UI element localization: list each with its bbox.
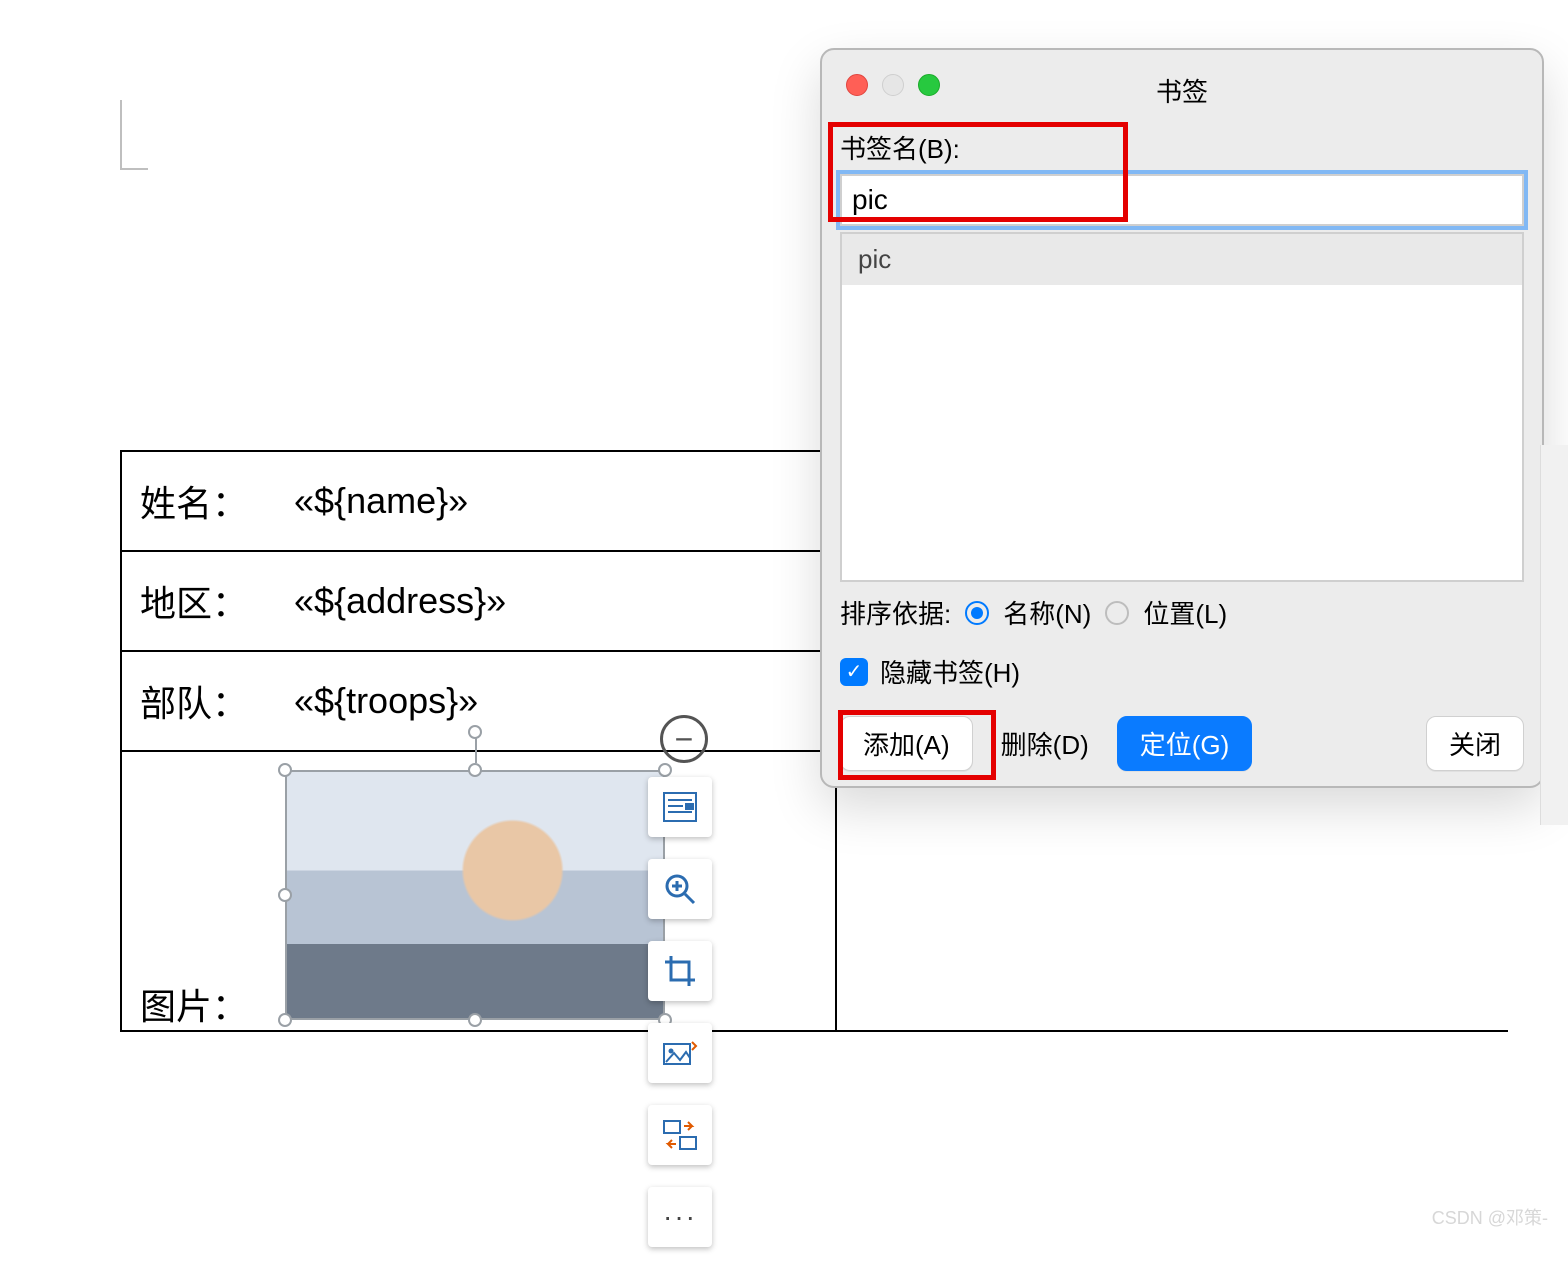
collapse-icon[interactable]: − [660,715,708,763]
row-tail [836,751,1508,1031]
resize-handle-b[interactable] [468,1013,482,1027]
sort-row: 排序依据: 名称(N) 位置(L) [840,594,1524,631]
window-maximize-icon[interactable] [918,74,940,96]
sort-name-radio[interactable] [965,601,989,625]
row-value[interactable]: «${address}» [276,551,836,651]
row-label: 图片： [121,751,276,1031]
bookmark-name-label: 书签名(B): [840,129,1524,166]
bookmark-name-input[interactable] [840,174,1524,226]
resize-handle-l[interactable] [278,888,292,902]
watermark: CSDN @邓策- [1432,1204,1548,1230]
convert-icon[interactable] [648,1105,712,1165]
row-label: 姓名： [121,451,276,551]
sort-position-radio[interactable] [1105,601,1129,625]
goto-button[interactable]: 定位(G) [1117,716,1253,771]
hide-bookmark-checkbox[interactable]: ✓ [840,658,868,686]
row-value[interactable]: «${name}» [276,451,836,551]
selected-image[interactable] [285,770,665,1020]
crop-icon[interactable] [648,941,712,1001]
rotate-handle[interactable] [468,725,482,739]
add-button[interactable]: 添加(A) [840,716,973,771]
resize-handle-tl[interactable] [278,763,292,777]
layout-options-icon[interactable] [648,777,712,837]
sort-label: 排序依据: [840,594,951,631]
window-controls [846,74,940,96]
hide-bookmark-label: 隐藏书签(H) [880,653,1020,690]
more-options-icon[interactable]: ··· [648,1187,712,1247]
row-label: 地区： [121,551,276,651]
bookmark-dialog: 书签 书签名(B): pic 排序依据: 名称(N) 位置(L) ✓ 隐藏书签(… [820,48,1544,788]
bookmark-list[interactable]: pic [840,232,1524,582]
window-close-icon[interactable] [846,74,868,96]
placeholder-photo[interactable] [285,770,665,1020]
close-button[interactable]: 关闭 [1426,716,1524,771]
dialog-button-row: 添加(A) 删除(D) 定位(G) 关闭 [840,716,1524,771]
bookmark-list-item[interactable]: pic [842,234,1522,285]
page-preview-strip [1540,445,1568,825]
window-minimize-icon[interactable] [882,74,904,96]
resize-handle-t[interactable] [468,763,482,777]
delete-button-label[interactable]: 删除(D) [1001,725,1089,762]
page-margin-marker [120,100,148,170]
image-tool-strip: − ··· [648,715,723,1269]
zoom-in-icon[interactable] [648,859,712,919]
sort-name-label: 名称(N) [1003,594,1091,631]
replace-image-icon[interactable] [648,1023,712,1083]
row-value[interactable]: «${troops}» [276,651,836,751]
resize-handle-bl[interactable] [278,1013,292,1027]
hide-row: ✓ 隐藏书签(H) [840,653,1524,690]
row-label: 部队： [121,651,276,751]
sort-position-label: 位置(L) [1143,594,1227,631]
